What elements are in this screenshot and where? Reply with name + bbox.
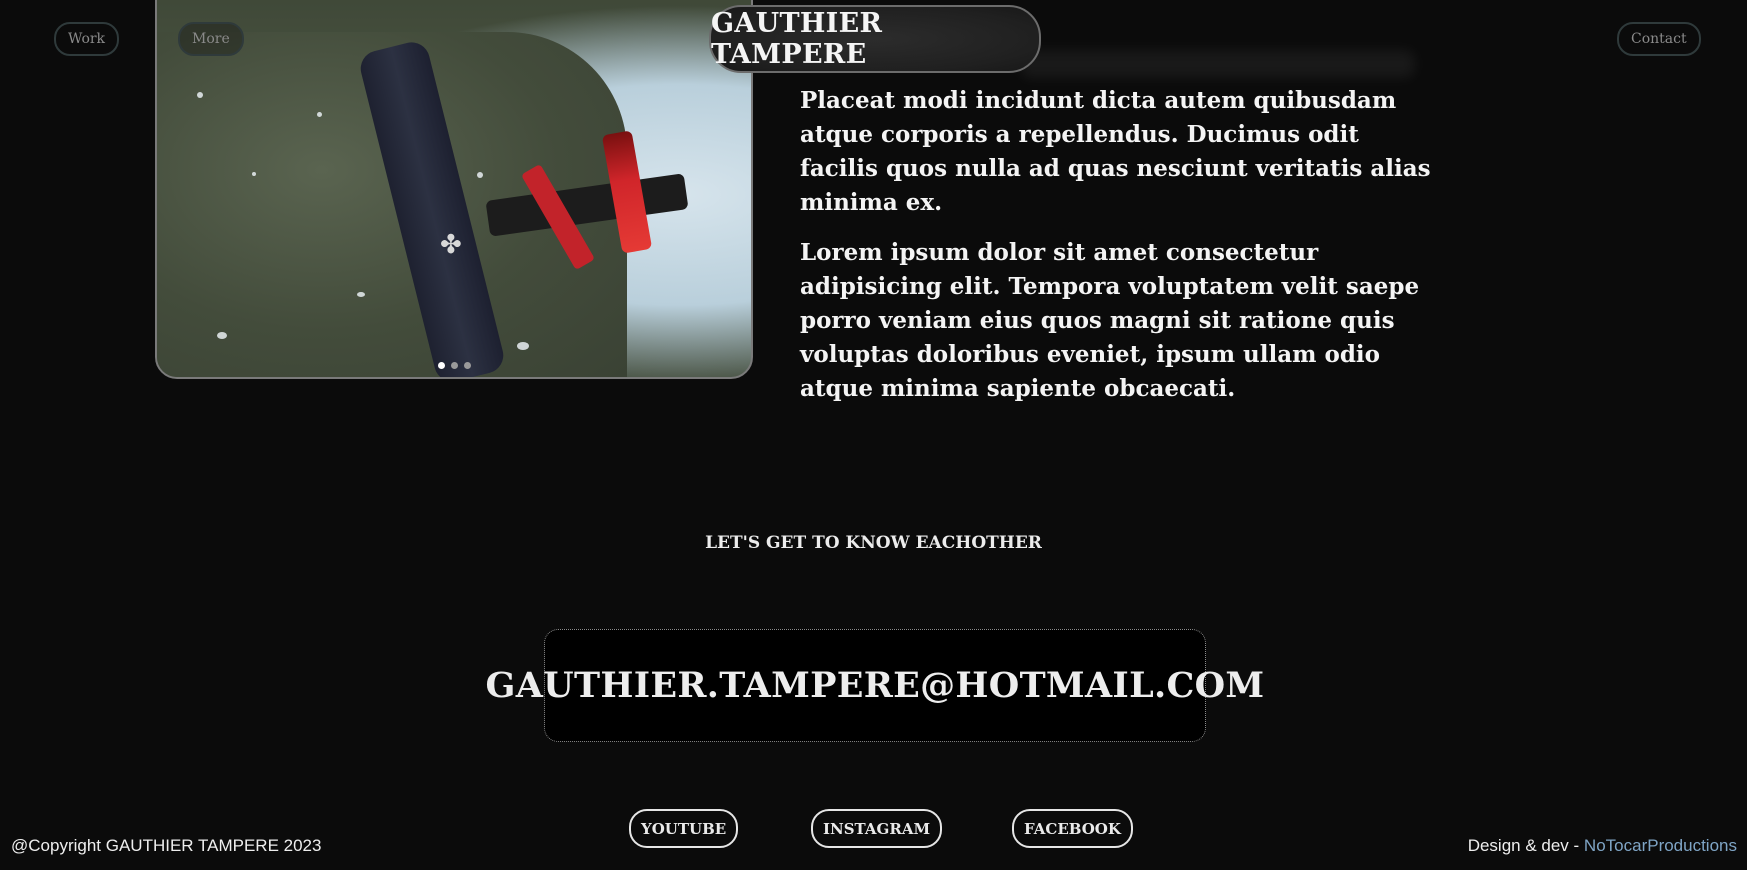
- snow-fleck: [317, 112, 322, 117]
- brand-logo-icon: ✤: [440, 230, 462, 260]
- nav-more-button[interactable]: More: [178, 22, 244, 56]
- email-link[interactable]: GAUTHIER.TAMPERE@HOTMAIL.COM: [486, 629, 1264, 742]
- credit-link[interactable]: NoTocarProductions: [1584, 836, 1737, 855]
- about-paragraph-1: Placeat modi incidunt dicta autem quibus…: [800, 87, 1431, 216]
- snow-fleck: [517, 342, 529, 350]
- about-paragraph-2: Lorem ipsum dolor sit amet consectetur a…: [800, 239, 1420, 402]
- snow-fleck: [477, 172, 483, 178]
- youtube-button[interactable]: YOUTUBE: [629, 809, 739, 848]
- nav-work-button[interactable]: Work: [54, 22, 120, 56]
- nav-contact-button[interactable]: Contact: [1617, 22, 1701, 56]
- brand-logo[interactable]: GAUTHIER TAMPERE: [709, 5, 1041, 73]
- facebook-button[interactable]: FACEBOOK: [1012, 809, 1133, 848]
- contact-section-title: LET'S GET TO KNOW EACHOTHER: [705, 533, 1042, 553]
- snow-fleck: [357, 292, 365, 297]
- instagram-button[interactable]: INSTAGRAM: [811, 809, 943, 848]
- faded-text-behind-header: [1020, 50, 1415, 78]
- snow-fleck: [217, 332, 227, 339]
- credit-prefix: Design & dev -: [1467, 836, 1584, 855]
- carousel-dots: [157, 362, 751, 369]
- copyright-text: @Copyright GAUTHIER TAMPERE 2023: [11, 836, 322, 855]
- snow-fleck: [197, 92, 203, 98]
- credit-text: Design & dev - NoTocarProductions: [1468, 836, 1737, 856]
- snow-fleck: [252, 172, 256, 176]
- carousel-dot-2[interactable]: [450, 362, 458, 369]
- carousel-dot-1[interactable]: [437, 362, 445, 369]
- photo-carousel[interactable]: ✤: [155, 0, 753, 379]
- carousel-dot-3[interactable]: [463, 362, 471, 369]
